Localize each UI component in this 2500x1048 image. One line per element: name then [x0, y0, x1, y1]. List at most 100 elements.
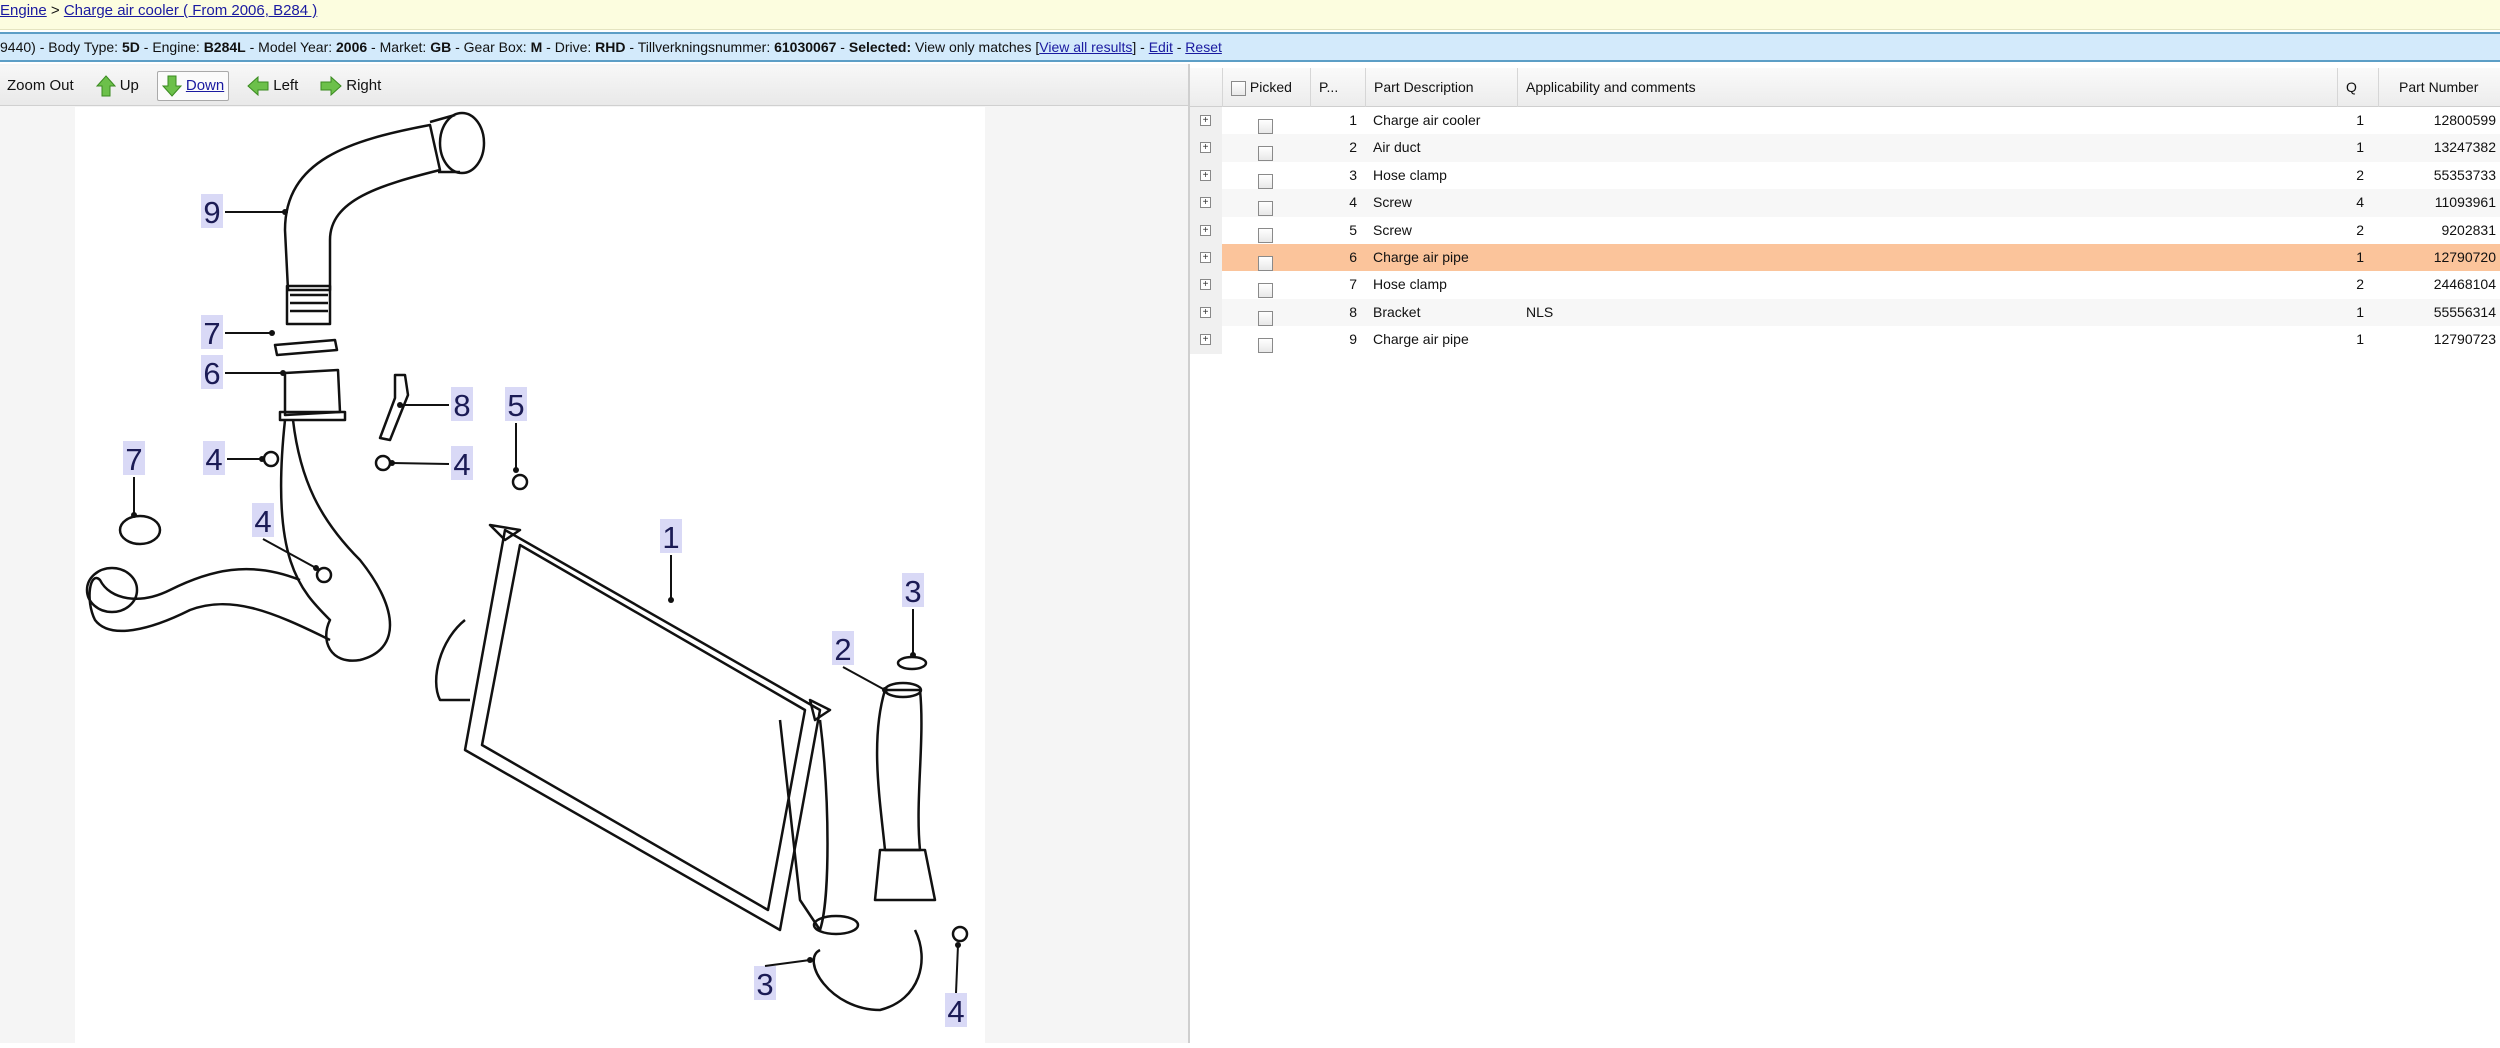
left-button[interactable]: Left [243, 71, 302, 101]
breadcrumb-charge-air-cooler[interactable]: Charge air cooler ( From 2006, B284 ) [64, 2, 317, 19]
row-qty: 2 [2356, 276, 2364, 293]
expand-icon[interactable]: + [1200, 279, 1211, 291]
callout-7[interactable]: 7 [201, 315, 275, 351]
row-description: Hose clamp [1373, 166, 1447, 183]
info-value: 61030067 [774, 39, 837, 55]
header-picked[interactable]: Picked [1222, 68, 1310, 107]
expand-icon[interactable]: + [1200, 334, 1211, 346]
leader-arrowhead [282, 209, 288, 215]
expand-cell: + [1190, 298, 1222, 327]
row-part-number: 55353733 [2433, 166, 2496, 183]
row-qty: 1 [2356, 139, 2364, 156]
row-qty: 2 [2356, 166, 2364, 183]
header-part-number[interactable]: Part Number [2378, 68, 2500, 107]
picked-checkbox[interactable] [1258, 283, 1273, 299]
picked-checkbox[interactable] [1258, 228, 1273, 244]
parts-diagram[interactable]: 97685744413234 [75, 107, 985, 1043]
expand-icon[interactable]: + [1200, 306, 1211, 318]
callout-3[interactable]: 3 [754, 957, 813, 1002]
info-label: Model Year: [258, 39, 333, 55]
picked-checkbox[interactable] [1258, 173, 1273, 189]
up-button[interactable]: Up [92, 71, 143, 101]
down-button[interactable]: Down [156, 70, 230, 101]
down-label: Down [185, 77, 225, 94]
reset-link[interactable]: Reset [1185, 39, 1222, 55]
breadcrumb-separator: > [46, 2, 64, 19]
row-part-number: 24468104 [2433, 276, 2496, 293]
callout-7[interactable]: 7 [123, 441, 145, 518]
arrow-left-icon [247, 75, 269, 96]
header-qty[interactable]: Q [2337, 68, 2378, 107]
header-position[interactable]: P... [1310, 68, 1365, 107]
header-applicability[interactable]: Applicability and comments [1517, 68, 2337, 107]
expand-cell: + [1190, 134, 1222, 162]
expand-icon[interactable]: + [1200, 252, 1211, 263]
row-qty: 1 [2356, 112, 2364, 128]
breadcrumb-engine[interactable]: Engine [0, 2, 47, 19]
select-all-checkbox[interactable] [1231, 80, 1246, 96]
picked-checkbox[interactable] [1258, 255, 1273, 271]
table-row[interactable]: +5 Screw 2 9202831 [1190, 216, 2500, 244]
table-row[interactable]: +8 Bracket NLS 1 55556314 [1190, 298, 2500, 327]
picked-checkbox[interactable] [1258, 118, 1273, 134]
expand-icon[interactable]: + [1200, 142, 1211, 154]
info-label: Market: [379, 39, 427, 55]
expand-icon[interactable]: + [1200, 169, 1211, 181]
row-part-number: 12800599 [2433, 112, 2496, 128]
table-row[interactable]: +4 Screw 4 11093961 [1190, 189, 2500, 217]
vehicle-id: 9440) [0, 39, 36, 55]
expand-cell: + [1190, 107, 1222, 135]
info-value: RHD [595, 39, 626, 55]
callout-label: 3 [904, 574, 921, 609]
expand-icon[interactable]: + [1200, 197, 1211, 209]
callout-label: 5 [507, 388, 524, 423]
callout-2[interactable]: 2 [832, 631, 888, 693]
expand-icon[interactable]: + [1200, 115, 1211, 126]
selected-label: Selected: [848, 39, 912, 55]
leader-line [842, 666, 886, 691]
callout-6[interactable]: 6 [201, 355, 286, 391]
callout-1[interactable]: 1 [660, 519, 682, 603]
table-row[interactable]: +3 Hose clamp 2 55353733 [1190, 161, 2500, 190]
expand-icon[interactable]: + [1200, 224, 1211, 236]
parts-list-pane: Picked P... Part Description Applicabili… [1190, 64, 2500, 1043]
zoom-out-button[interactable]: Zoom Out [3, 71, 78, 101]
arrow-right-icon [320, 75, 343, 96]
callout-4[interactable]: 4 [389, 446, 473, 482]
callout-4[interactable]: 4 [945, 942, 967, 1029]
callout-label: 2 [834, 632, 851, 667]
table-row[interactable]: +9 Charge air pipe 1 12790723 [1190, 326, 2500, 354]
header-description[interactable]: Part Description [1365, 68, 1517, 107]
callout-label: 7 [203, 316, 220, 351]
right-button[interactable]: Right [316, 71, 385, 101]
leader-line [764, 959, 811, 967]
view-all-results-link[interactable]: View all results [1039, 39, 1132, 55]
table-row[interactable]: +2 Air duct 1 13247382 [1190, 134, 2500, 162]
leader-arrowhead [259, 456, 265, 462]
picked-checkbox[interactable] [1258, 200, 1273, 216]
row-position: 4 [1349, 194, 1357, 211]
picked-checkbox[interactable] [1258, 146, 1273, 162]
callout-label: 4 [947, 994, 964, 1029]
callout-3[interactable]: 3 [902, 573, 924, 658]
row-part-number: 9202831 [2441, 221, 2496, 238]
edit-link[interactable]: Edit [1149, 39, 1173, 55]
leader-arrowhead [397, 402, 403, 408]
callout-4[interactable]: 4 [203, 441, 265, 477]
picked-checkbox[interactable] [1258, 310, 1273, 326]
callout-5[interactable]: 5 [505, 387, 527, 473]
table-row[interactable]: +6 Charge air pipe 1 12790720 [1190, 244, 2500, 272]
table-row[interactable]: +7 Hose clamp 2 24468104 [1190, 271, 2500, 299]
row-position: 8 [1349, 303, 1357, 320]
callout-label: 1 [662, 520, 679, 555]
picked-checkbox[interactable] [1258, 337, 1273, 353]
row-description: Hose clamp [1373, 276, 1447, 293]
left-label: Left [273, 77, 299, 94]
expand-cell: + [1190, 216, 1222, 244]
callout-9[interactable]: 9 [201, 194, 288, 230]
callout-label: 8 [453, 388, 470, 423]
leader-arrowhead [269, 330, 275, 336]
row-part-number: 12790720 [2433, 249, 2496, 265]
table-row[interactable]: +1 Charge air cooler 1 12800599 [1190, 107, 2500, 135]
row-checkbox-cell [1258, 331, 1273, 358]
